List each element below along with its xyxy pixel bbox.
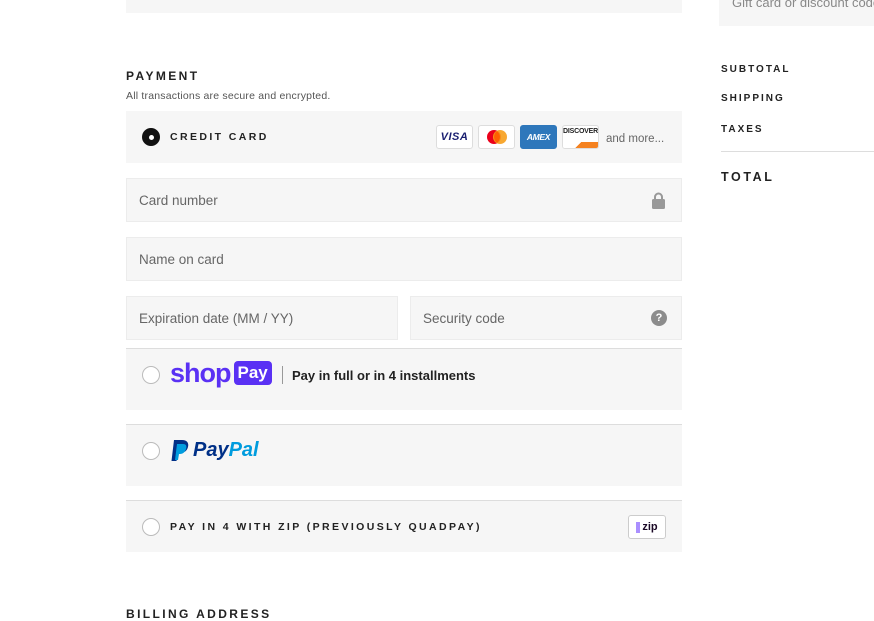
more-cards-text: and more... — [606, 133, 665, 145]
zip-logo: zip — [628, 515, 666, 539]
shop-pay-description: Pay in full or in 4 installments — [292, 368, 476, 383]
discount-code-placeholder: Gift card or discount code — [732, 0, 874, 10]
shop-pay-logo: shop Pay — [170, 359, 272, 387]
paypal-logo: Pay Pal — [170, 439, 259, 462]
card-number-input[interactable] — [127, 179, 681, 221]
credit-card-radio[interactable] — [142, 128, 160, 146]
paypal-option[interactable]: Pay Pal — [126, 424, 682, 486]
shipping-label: SHIPPING — [721, 93, 785, 104]
shop-pay-option[interactable]: shop Pay Pay in full or in 4 installment… — [126, 348, 682, 410]
zip-option[interactable]: PAY IN 4 WITH ZIP (PREVIOUSLY QUADPAY) z… — [126, 500, 682, 552]
name-on-card-input[interactable] — [127, 238, 681, 280]
discount-code-input[interactable]: Gift card or discount code — [719, 0, 874, 26]
payment-title: PAYMENT — [126, 69, 200, 83]
payment-subtitle: All transactions are secure and encrypte… — [126, 90, 331, 102]
paypal-radio[interactable] — [142, 442, 160, 460]
amex-icon: AMEX — [520, 125, 557, 149]
shop-pay-divider — [282, 366, 283, 384]
credit-card-option[interactable]: CREDIT CARD VISA AMEX DISCOVER and more.… — [126, 111, 682, 163]
previous-section-box — [126, 0, 682, 13]
subtotal-label: SUBTOTAL — [721, 64, 791, 75]
summary-divider — [721, 151, 874, 152]
zip-label: PAY IN 4 WITH ZIP (PREVIOUSLY QUADPAY) — [170, 521, 482, 533]
mastercard-icon — [478, 125, 515, 149]
paypal-icon — [171, 440, 189, 461]
visa-icon: VISA — [436, 125, 473, 149]
lock-icon — [652, 192, 665, 209]
help-icon[interactable]: ? — [651, 310, 667, 326]
taxes-label: TAXES — [721, 124, 764, 135]
name-on-card-field[interactable] — [126, 237, 682, 281]
security-code-input[interactable] — [411, 297, 681, 339]
discover-icon: DISCOVER — [562, 125, 599, 149]
credit-card-label: CREDIT CARD — [170, 131, 269, 143]
zip-radio[interactable] — [142, 518, 160, 536]
billing-address-title: BILLING ADDRESS — [126, 607, 272, 621]
shop-pay-radio[interactable] — [142, 366, 160, 384]
expiration-date-field[interactable] — [126, 296, 398, 340]
security-code-field[interactable]: ? — [410, 296, 682, 340]
total-label: TOTAL — [721, 170, 775, 184]
card-number-field[interactable] — [126, 178, 682, 222]
expiration-date-input[interactable] — [127, 297, 397, 339]
